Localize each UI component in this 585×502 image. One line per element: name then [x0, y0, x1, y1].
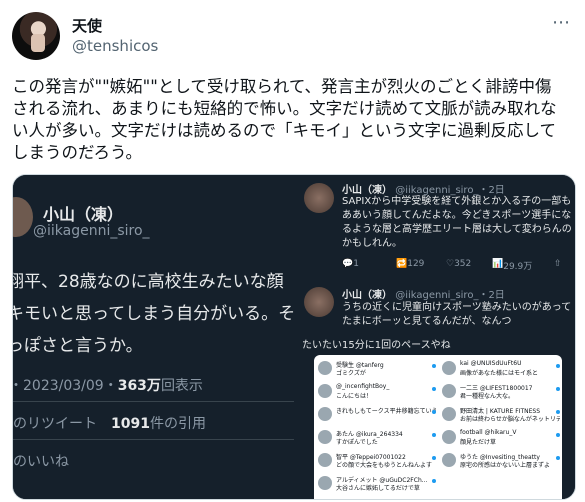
list-item-text: 原宅の所感はかないい上層まずよ — [460, 462, 551, 469]
avatar — [442, 407, 456, 421]
quoted-text-line: キモいと思ってしまう自分がいる。そ — [13, 304, 294, 324]
avatar — [318, 453, 332, 467]
status-dot — [556, 456, 560, 460]
avatar[interactable] — [12, 12, 60, 60]
quoted-stats: のリツイート 1091件の引用 — [13, 413, 206, 433]
list-item: kai @UNUISdUuFt6U 画像があなた様にはモイ系と — [442, 359, 562, 380]
list-item: football @hikaru_V 顔見ただけ草 — [442, 428, 562, 449]
list-item-text: ゴミクズが — [336, 370, 366, 377]
quoted-quotes-count: 1091 — [111, 416, 150, 432]
quoted-meta: ・2023/03/09・363万回表示 — [13, 375, 203, 395]
status-dot — [556, 433, 560, 437]
quoted-quotes-label: 件の引用 — [149, 416, 206, 432]
reply-text-continued: たいたい15分に1回のペースやね — [302, 340, 451, 351]
avatar — [318, 384, 332, 398]
reply-handle: @iikagenni_siro_・2日 — [395, 290, 505, 301]
list-item-text: こんにちは！ — [336, 393, 373, 400]
like-count: ♡ 352 — [446, 259, 472, 269]
reply-avatar — [304, 287, 334, 317]
quoted-name: 小山（凍） — [43, 205, 124, 224]
reply-text: SAPIXから中学受験を経て外銀とか入る子の一部もああいう顔してんだよな。今どき… — [342, 196, 572, 249]
list-item-text: お前は終わらせか脳なんがネットリテラシー無さすぎでも引き続けると — [460, 416, 560, 423]
list-item-text: どの顔で大会をもゆうとんねんよす — [336, 462, 433, 469]
list-item-text: 画像があなた様にはモイ系と — [460, 370, 539, 377]
reply-text: うちの近くに児童向けスポーツ塾みたいのがあってたまにボーッと見てるんだが、なんつ — [342, 302, 572, 327]
views-count: 📊 29.9万 — [492, 259, 533, 272]
more-options-icon[interactable]: ⋯ — [552, 12, 571, 33]
quoted-views-count: 363万 — [117, 378, 161, 394]
list-item: 智平 @Teppei07001022 どの顔で大会をもゆうとんねんよす — [318, 451, 438, 472]
reply-avatar — [304, 183, 334, 213]
author-name[interactable]: 天使 — [72, 15, 102, 36]
avatar — [442, 384, 456, 398]
list-item: ゆうた @Invesiting_theatty 原宅の所感はかないい上層まずよ — [442, 451, 562, 472]
quoted-likes: のいいね — [13, 454, 69, 470]
list-item: きれもしもてークス平井移籍忘ていうと — [318, 405, 438, 426]
list-item: 受験生 @tanferg ゴミクズが — [318, 359, 438, 380]
avatar — [318, 361, 332, 375]
replies-column: kai @UNUISdUuFt6U 画像があなた様にはモイ系と 一二三 @LIFE… — [442, 359, 562, 474]
media-image-right-bottom[interactable]: たいたい15分に1回のペースやね 受験生 @tanferg ゴミクズが @_inc… — [296, 337, 575, 499]
list-item-text: すかぽんでした — [336, 439, 378, 446]
quoted-handle: @iikagenni_siro_ — [33, 223, 150, 239]
tweet-text: この発言が""嫉妬""として受け取られて、発言主が烈火のごとく誹謗中傷 される流… — [12, 77, 557, 162]
status-dot — [432, 479, 436, 483]
list-item: あたん @ikura_264334 すかぽんでした — [318, 428, 438, 449]
reply-name: 小山（凍） — [342, 290, 392, 301]
avatar — [442, 453, 456, 467]
status-dot — [556, 410, 560, 414]
list-item-name: football @hikaru_V — [460, 429, 517, 436]
avatar-figure — [31, 34, 45, 52]
list-item: 一二三 @LIFEST1800017 君一種程なん大な。 — [442, 382, 562, 403]
media-image-right-top[interactable]: 小山（凍） @iikagenni_siro_・2日 SAPIXから中学受験を経て… — [296, 175, 575, 335]
retweet-count: 🔁 129 — [396, 259, 425, 269]
quoted-text-line: っぽさと言うか。 — [13, 336, 143, 356]
list-item-text: 顔見ただけ草 — [460, 439, 497, 446]
status-dot — [432, 387, 436, 391]
list-item-text: 君一種程なん大な。 — [460, 393, 515, 400]
quoted-date: ・2023/03/09・ — [13, 378, 118, 394]
quoted-views-label: 回表示 — [160, 378, 203, 394]
list-item-text: 大谷さんに嫉妬してるだけで草 — [336, 485, 420, 492]
list-item-name: きれもしもてークス平井移籍忘ていうと — [336, 408, 436, 415]
list-item: 野田清太 | KATURE FITNESSお前は終わらせか脳なんがネットリテラシ… — [442, 405, 562, 426]
status-dot — [432, 456, 436, 460]
status-dot — [432, 364, 436, 368]
status-dot — [432, 410, 436, 414]
list-item-name: kai @UNUISdUuFt6U — [460, 360, 522, 367]
avatar — [318, 476, 332, 490]
tweet-header: 天使 @tenshicos ⋯ — [12, 12, 573, 62]
replies-column: 受験生 @tanferg ゴミクズが @_incenfightBoy_ こんにちは！… — [318, 359, 438, 497]
share-icon: ⇧ — [554, 259, 562, 269]
avatar — [442, 430, 456, 444]
divider — [13, 401, 294, 402]
list-item: @_incenfightBoy_ こんにちは！ — [318, 382, 438, 403]
quoted-avatar — [13, 197, 33, 237]
media-grid[interactable]: 小山（凍） @iikagenni_siro_ 翔平、28歳なのに高校生みたいな顔… — [12, 174, 576, 500]
quoted-text-line: 翔平、28歳なのに高校生みたいな顔 — [13, 272, 284, 292]
replies-screenshot: 受験生 @tanferg ゴミクズが @_incenfightBoy_ こんにちは！… — [314, 355, 562, 499]
status-dot — [432, 433, 436, 437]
divider — [13, 439, 294, 440]
reply-header: 小山（凍） @iikagenni_siro_・2日 — [342, 286, 505, 301]
quoted-retweets-label: のリツイート — [13, 416, 97, 432]
author-handle[interactable]: @tenshicos — [72, 37, 158, 55]
status-dot — [556, 364, 560, 368]
avatar — [318, 430, 332, 444]
reply-header: 小山（凍） @iikagenni_siro_・2日 — [342, 181, 505, 196]
list-item: アルディメット @uGuDC2FCh... 大谷さんに嫉妬してるだけで草 — [318, 474, 438, 495]
reply-count: 💬 1 — [342, 259, 359, 269]
reply-actions: 💬 1 🔁 129 ♡ 352 📊 29.9万 ⇧ — [342, 259, 572, 273]
status-dot — [556, 387, 560, 391]
avatar — [318, 407, 332, 421]
list-item-name: @_incenfightBoy_ — [336, 383, 390, 390]
media-image-left[interactable]: 小山（凍） @iikagenni_siro_ 翔平、28歳なのに高校生みたいな顔… — [13, 175, 294, 499]
avatar — [442, 361, 456, 375]
